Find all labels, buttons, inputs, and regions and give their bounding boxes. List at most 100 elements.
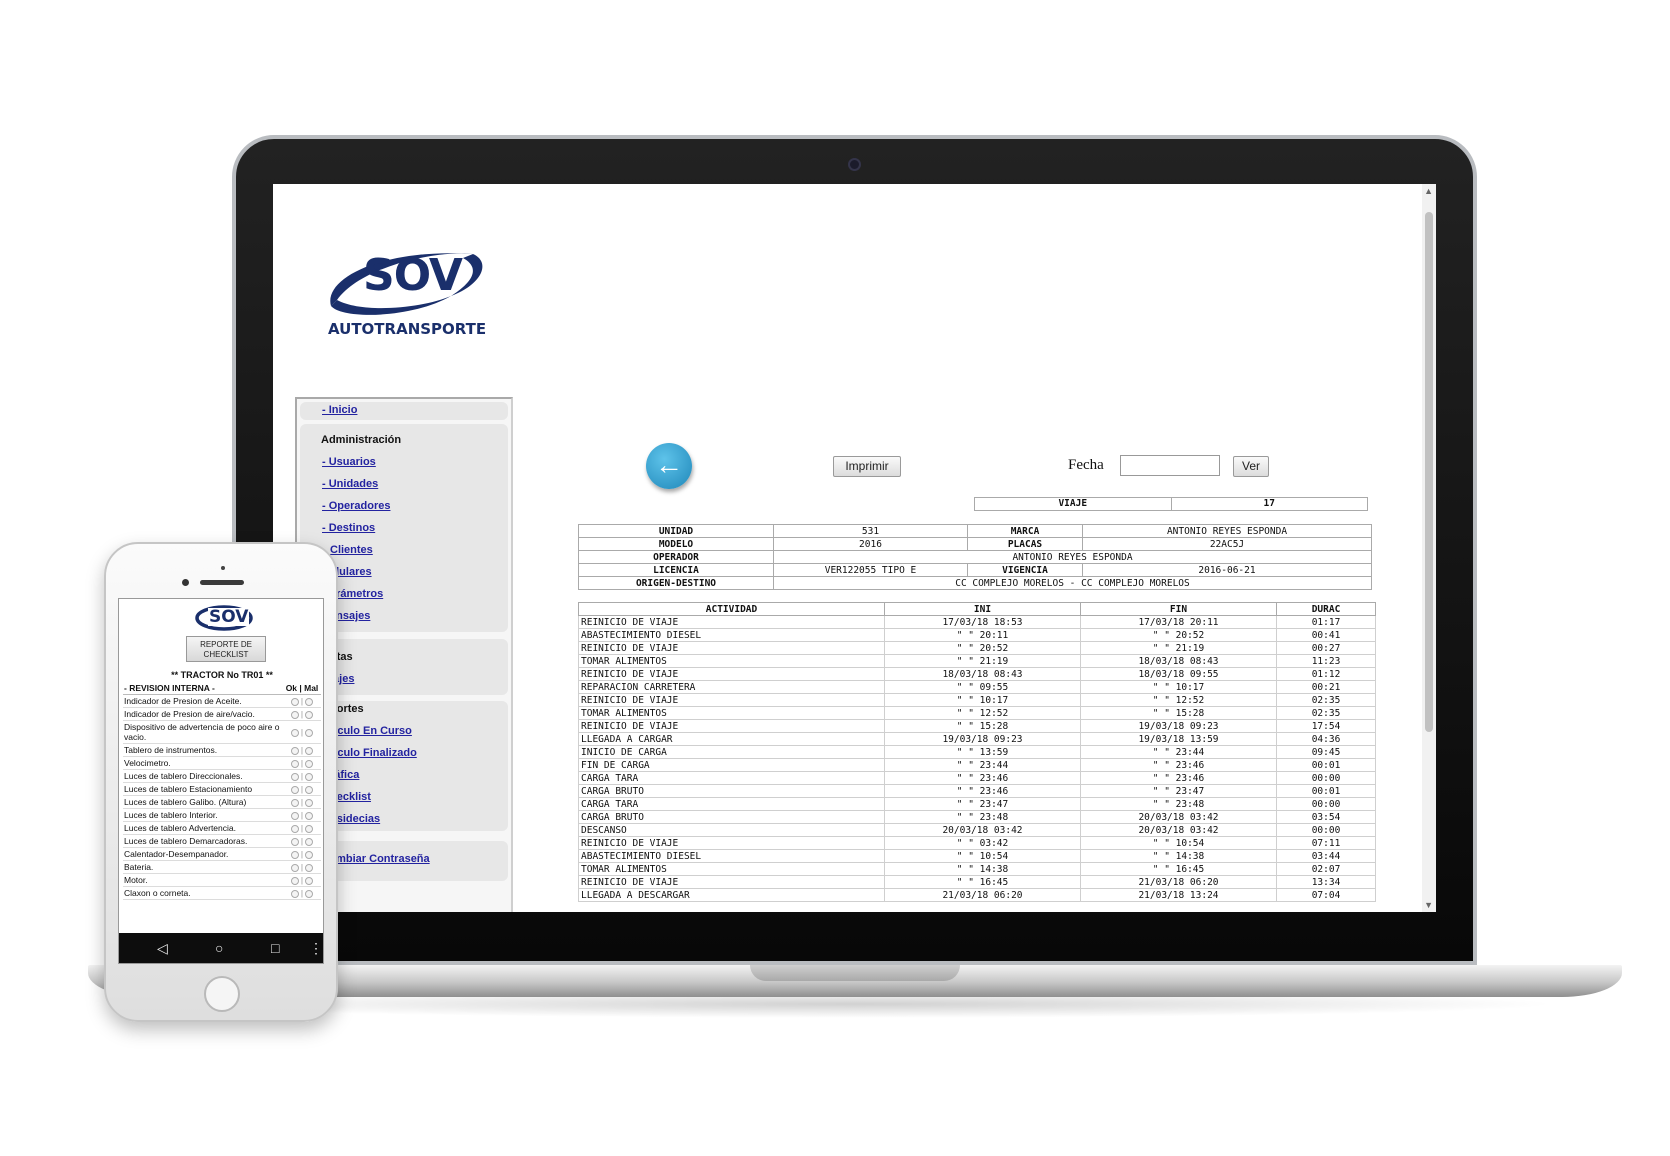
duration-cell: 13:34 <box>1276 875 1376 889</box>
mal-radio[interactable] <box>305 728 314 737</box>
vertical-scrollbar[interactable]: ▲ ▼ <box>1422 184 1436 912</box>
table-row: CARGA TARA " " 23:47 " " 23:48 00:00 <box>578 797 1376 811</box>
checklist-radios: | <box>283 720 321 744</box>
print-button[interactable]: Imprimir <box>833 456 901 477</box>
table-row: LLEGADA A DESCARGAR 21/03/18 06:20 21/03/1… <box>578 888 1376 902</box>
column-header: INI <box>884 602 1081 616</box>
ok-radio[interactable] <box>290 710 299 719</box>
activity-cell: TOMAR ALIMENTOS <box>578 706 885 720</box>
checklist-radios: | <box>283 694 321 708</box>
activity-cell: REINICIO DE VIAJE <box>578 875 885 889</box>
table-row: REINICIO DE VIAJE " " 16:45 21/03/18 06:20… <box>578 875 1376 889</box>
duration-cell: 01:17 <box>1276 615 1376 629</box>
table-row: REINICIO DE VIAJE 18/03/18 08:43 18/03/18 … <box>578 667 1376 681</box>
mal-radio[interactable] <box>305 772 314 781</box>
sidebar-item-destinos[interactable]: - Destinos <box>322 522 375 534</box>
date-input[interactable] <box>1120 455 1220 476</box>
sidebar-item-clientes[interactable]: Clientes <box>330 544 373 556</box>
radio-separator: | <box>298 823 306 833</box>
end-cell: " " 14:38 <box>1080 849 1277 863</box>
ok-radio[interactable] <box>290 837 299 846</box>
ok-radio[interactable] <box>290 785 299 794</box>
mal-radio[interactable] <box>305 710 314 719</box>
column-header: DURAC <box>1276 602 1376 616</box>
mal-radio[interactable] <box>305 785 314 794</box>
ok-radio[interactable] <box>290 746 299 755</box>
ok-radio[interactable] <box>290 811 299 820</box>
back-button[interactable]: ← <box>646 443 692 489</box>
mal-radio[interactable] <box>305 824 314 833</box>
table-row: FIN DE CARGA " " 23:44 " " 23:46 00:01 <box>578 758 1376 772</box>
nav-menu-icon[interactable]: ⋮ <box>309 940 323 957</box>
checklist-row: Dispositivo de advertencia de poco aire … <box>123 720 321 744</box>
ok-radio[interactable] <box>290 697 299 706</box>
checklist-row: Indicador de Presion de aire/vacio. | <box>123 707 321 721</box>
scroll-thumb[interactable] <box>1425 212 1433 732</box>
checklist-item-label: Motor. <box>123 873 283 887</box>
sidebar-admin-heading: Administración <box>321 434 402 446</box>
nav-home-icon[interactable]: ○ <box>215 940 223 956</box>
checklist-row: Luces de tablero Demarcadoras. | <box>123 834 321 848</box>
trip-row: VIAJE 17 <box>974 497 1368 511</box>
laptop-screen: SOV AUTOTRANSPORTE - Inicio Administraci… <box>273 184 1436 912</box>
ok-radio[interactable] <box>290 863 299 872</box>
table-row: REINICIO DE VIAJE " " 20:52 " " 21:19 00:27 <box>578 641 1376 655</box>
radio-separator: | <box>298 836 306 846</box>
duration-cell: 03:44 <box>1276 849 1376 863</box>
checklist-row: Bateria. | <box>123 860 321 874</box>
mal-radio[interactable] <box>305 876 314 885</box>
sidebar-item-operadores[interactable]: - Operadores <box>322 500 390 512</box>
ok-radio[interactable] <box>290 772 299 781</box>
mal-radio[interactable] <box>305 811 314 820</box>
ok-radio[interactable] <box>290 798 299 807</box>
view-button[interactable]: Ver <box>1233 456 1269 477</box>
sidebar-item-circulo-finalizado[interactable]: írculo Finalizado <box>330 747 417 759</box>
brand-subtitle: AUTOTRANSPORTE <box>328 320 487 338</box>
start-cell: " " 03:42 <box>884 836 1081 850</box>
checklist-item-label: Bateria. <box>123 860 283 874</box>
sidebar-item-usuarios[interactable]: - Usuarios <box>322 456 376 468</box>
sidebar-item-cambiar-contrasena[interactable]: ambiar Contraseña <box>330 853 430 865</box>
trip-value: 17 <box>1170 498 1368 510</box>
ok-radio[interactable] <box>290 728 299 737</box>
nav-back-icon[interactable]: ◁ <box>157 940 168 957</box>
mal-radio[interactable] <box>305 850 314 859</box>
ok-radio[interactable] <box>290 889 299 898</box>
info-value: 531 <box>773 524 968 538</box>
scroll-down-icon[interactable]: ▼ <box>1424 900 1433 910</box>
mal-radio[interactable] <box>305 798 314 807</box>
checklist-row: Velocimetro. | <box>123 756 321 770</box>
sidebar-item-circulo-en-curso[interactable]: írculo En Curso <box>330 725 412 737</box>
activity-cell: INICIO DE CARGA <box>578 745 885 759</box>
scroll-up-icon[interactable]: ▲ <box>1424 186 1433 196</box>
checklist-section-label: - REVISION INTERNA - <box>123 682 283 695</box>
end-cell: " " 23:48 <box>1080 797 1277 811</box>
mal-radio[interactable] <box>305 837 314 846</box>
checklist-columns-label: Ok | Mal <box>283 682 321 695</box>
duration-cell: 00:00 <box>1276 771 1376 785</box>
mal-radio[interactable] <box>305 697 314 706</box>
checklist-body: - REVISION INTERNA - Ok | Mal Indicador de… <box>123 682 321 900</box>
android-nav-bar: ◁ ○ □ ⋮ <box>119 933 323 963</box>
ok-radio[interactable] <box>290 824 299 833</box>
sidebar-item-unidades[interactable]: - Unidades <box>322 478 378 490</box>
table-row: REINICIO DE VIAJE " " 15:28 19/03/18 09:23… <box>578 719 1376 733</box>
duration-cell: 02:35 <box>1276 706 1376 720</box>
ok-radio[interactable] <box>290 876 299 885</box>
mal-radio[interactable] <box>305 759 314 768</box>
column-header: ACTIVIDAD <box>578 602 885 616</box>
mal-radio[interactable] <box>305 746 314 755</box>
nav-recents-icon[interactable]: □ <box>271 940 279 956</box>
mal-radio[interactable] <box>305 889 314 898</box>
activity-cell: CARGA BRUTO <box>578 810 885 824</box>
end-cell: 18/03/18 09:55 <box>1080 667 1277 681</box>
checklist-row: Luces de tablero Advertencia. | <box>123 821 321 835</box>
report-checklist-button[interactable]: REPORTE DE CHECKLIST <box>186 636 266 662</box>
phone-home-button[interactable] <box>204 976 240 1012</box>
activity-cell: FIN DE CARGA <box>578 758 885 772</box>
sidebar-item-inicio[interactable]: - Inicio <box>322 404 357 416</box>
ok-radio[interactable] <box>290 850 299 859</box>
radio-separator: | <box>298 810 306 820</box>
ok-radio[interactable] <box>290 759 299 768</box>
mal-radio[interactable] <box>305 863 314 872</box>
